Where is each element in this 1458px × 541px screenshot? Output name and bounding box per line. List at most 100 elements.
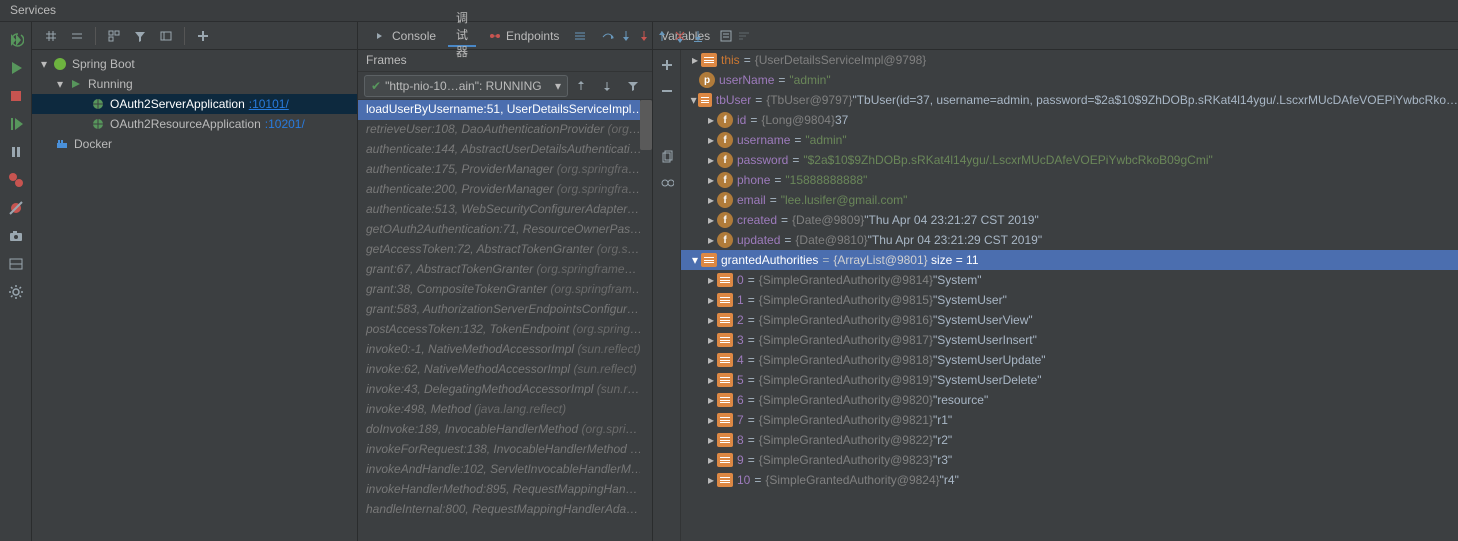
expand-all-icon[interactable] [40, 25, 62, 47]
pause-icon[interactable] [5, 141, 27, 163]
variable-row[interactable]: ▸this = {UserDetailsServiceImpl@9798} [681, 50, 1458, 70]
scrollbar-thumb[interactable] [640, 100, 652, 150]
step-into-icon[interactable] [619, 25, 633, 47]
variable-row[interactable]: ▸5 = {SimpleGrantedAuthority@9819} "Syst… [681, 370, 1458, 390]
variable-row[interactable]: ▸6 = {SimpleGrantedAuthority@9820} "reso… [681, 390, 1458, 410]
variable-row[interactable]: ▸4 = {SimpleGrantedAuthority@9818} "Syst… [681, 350, 1458, 370]
frame-row[interactable]: invoke:62, NativeMethodAccessorImpl (sun… [358, 360, 652, 380]
step-out-icon[interactable] [655, 25, 669, 47]
next-frame-icon[interactable] [596, 75, 618, 97]
show-config-icon[interactable] [155, 25, 177, 47]
tree-label: Running [88, 77, 133, 91]
watches-icon[interactable] [656, 172, 678, 194]
tree-node-docker[interactable]: Docker [32, 134, 357, 154]
add-icon[interactable] [192, 25, 214, 47]
remove-watch-icon[interactable] [656, 80, 678, 102]
frame-row[interactable]: postAccessToken:132, TokenEndpoint (org.… [358, 320, 652, 340]
filter-icon[interactable] [129, 25, 151, 47]
tree-node-app2[interactable]: OAuth2ResourceApplication :10201/ [32, 114, 357, 134]
variable-row[interactable]: ▸10 = {SimpleGrantedAuthority@9824} "r4" [681, 470, 1458, 490]
chevron-right-icon: ▸ [705, 113, 717, 127]
frame-row[interactable]: authenticate:513, WebSecurityConfigurerA… [358, 200, 652, 220]
variable-row[interactable]: ▾grantedAuthorities = {ArrayList@9801} s… [681, 250, 1458, 270]
variable-row[interactable]: ▸fpassword = "$2a$10$9ZhDOBp.sRKat4l14yg… [681, 150, 1458, 170]
mute-breakpoints-icon[interactable] [5, 197, 27, 219]
thread-selector[interactable]: ✔ "http-nio-10…ain": RUNNING ▾ [364, 75, 568, 97]
frame-row[interactable]: loadUserByUsername:51, UserDetailsServic… [358, 100, 652, 120]
variable-row[interactable]: ▸0 = {SimpleGrantedAuthority@9814} "Syst… [681, 270, 1458, 290]
variable-row[interactable]: ▸fupdated = {Date@9810} "Thu Apr 04 23:2… [681, 230, 1458, 250]
frame-row[interactable]: doInvoke:189, InvocableHandlerMethod (or… [358, 420, 652, 440]
frame-row[interactable]: retrieveUser:108, DaoAuthenticationProvi… [358, 120, 652, 140]
frame-row[interactable]: grant:38, CompositeTokenGranter (org.spr… [358, 280, 652, 300]
trace-icon[interactable] [737, 25, 751, 47]
run-to-cursor-icon[interactable] [691, 25, 705, 47]
rerun-icon[interactable] [5, 29, 27, 51]
tab-endpoints[interactable]: Endpoints [480, 25, 567, 47]
stop-icon[interactable] [5, 85, 27, 107]
variable-row[interactable]: ▸fid = {Long@9804} 37 [681, 110, 1458, 130]
frame-row[interactable]: invokeHandlerMethod:895, RequestMappingH… [358, 480, 652, 500]
frame-row[interactable]: invokeForRequest:138, InvocableHandlerMe… [358, 440, 652, 460]
frame-row[interactable]: grant:583, AuthorizationServerEndpointsC… [358, 300, 652, 320]
tree-port-link[interactable]: :10101/ [249, 97, 289, 111]
force-step-into-icon[interactable] [637, 25, 651, 47]
variable-row[interactable]: ▸2 = {SimpleGrantedAuthority@9816} "Syst… [681, 310, 1458, 330]
step-over-icon[interactable] [601, 25, 615, 47]
variable-row[interactable]: ▸7 = {SimpleGrantedAuthority@9821} "r1" [681, 410, 1458, 430]
frame-row[interactable]: authenticate:175, ProviderManager (org.s… [358, 160, 652, 180]
list-badge-icon [717, 313, 733, 327]
prev-frame-icon[interactable] [570, 75, 592, 97]
tree-node-running[interactable]: ▾ Running [32, 74, 357, 94]
frame-row[interactable]: getAccessToken:72, AbstractTokenGranter … [358, 240, 652, 260]
frame-filter-icon[interactable] [622, 75, 644, 97]
tree-label: Docker [74, 137, 112, 151]
frame-row[interactable]: authenticate:144, AbstractUserDetailsAut… [358, 140, 652, 160]
collapse-all-icon[interactable] [66, 25, 88, 47]
frame-row[interactable]: invokeAndHandle:102, ServletInvocableHan… [358, 460, 652, 480]
tree-node-spring-boot[interactable]: ▾ Spring Boot [32, 54, 357, 74]
resume-icon[interactable] [5, 113, 27, 135]
add-watch-icon[interactable] [656, 54, 678, 76]
tree-label: OAuth2ResourceApplication [110, 117, 261, 131]
frame-row[interactable]: getOAuth2Authentication:71, ResourceOwne… [358, 220, 652, 240]
tab-console[interactable]: Console [366, 25, 444, 47]
variable-row[interactable]: ▸9 = {SimpleGrantedAuthority@9823} "r3" [681, 450, 1458, 470]
chevron-down-icon: ▾ [689, 253, 701, 267]
variables-header: Variables [653, 22, 1458, 50]
variable-row[interactable]: ▸1 = {SimpleGrantedAuthority@9815} "Syst… [681, 290, 1458, 310]
variable-row[interactable]: puserName = "admin" [681, 70, 1458, 90]
chevron-right-icon: ▸ [705, 193, 717, 207]
frame-row[interactable]: grant:67, AbstractTokenGranter (org.spri… [358, 260, 652, 280]
frame-row[interactable]: handleInternal:800, RequestMappingHandle… [358, 500, 652, 520]
field-badge-icon: f [717, 232, 733, 248]
tree-node-app1[interactable]: OAuth2ServerApplication :10101/ [32, 94, 357, 114]
drop-frame-icon[interactable] [673, 25, 687, 47]
frames-list[interactable]: loadUserByUsername:51, UserDetailsServic… [358, 100, 652, 520]
variable-row[interactable]: ▸femail = "lee.lusifer@gmail.com" [681, 190, 1458, 210]
variable-row[interactable]: ▸fphone = "15888888888" [681, 170, 1458, 190]
tab-debugger[interactable]: 调试器 [448, 25, 476, 47]
lines-icon[interactable] [573, 25, 587, 47]
breakpoints-icon[interactable] [5, 169, 27, 191]
frame-row[interactable]: invoke0:-1, NativeMethodAccessorImpl (su… [358, 340, 652, 360]
frame-row[interactable]: authenticate:200, ProviderManager (org.s… [358, 180, 652, 200]
variable-row[interactable]: ▸3 = {SimpleGrantedAuthority@9817} "Syst… [681, 330, 1458, 350]
field-badge-icon: f [717, 212, 733, 228]
frame-row[interactable]: invoke:43, DelegatingMethodAccessorImpl … [358, 380, 652, 400]
variable-row[interactable]: ▸fcreated = {Date@9809} "Thu Apr 04 23:2… [681, 210, 1458, 230]
variable-row[interactable]: ▸8 = {SimpleGrantedAuthority@9822} "r2" [681, 430, 1458, 450]
copy-icon[interactable] [656, 146, 678, 168]
settings-icon[interactable] [5, 281, 27, 303]
scrollbar[interactable] [640, 100, 652, 541]
tree-port-link[interactable]: :10201/ [265, 117, 305, 131]
group-icon[interactable] [103, 25, 125, 47]
camera-icon[interactable] [5, 225, 27, 247]
frame-row[interactable]: invoke:498, Method (java.lang.reflect) [358, 400, 652, 420]
variable-row[interactable]: ▸fusername = "admin" [681, 130, 1458, 150]
variable-row[interactable]: ▾tbUser = {TbUser@9797} "TbUser(id=37, u… [681, 90, 1458, 110]
layout-icon[interactable] [5, 253, 27, 275]
evaluate-icon[interactable] [719, 25, 733, 47]
variables-list[interactable]: ▸this = {UserDetailsServiceImpl@9798} pu… [681, 50, 1458, 541]
run-icon[interactable] [5, 57, 27, 79]
